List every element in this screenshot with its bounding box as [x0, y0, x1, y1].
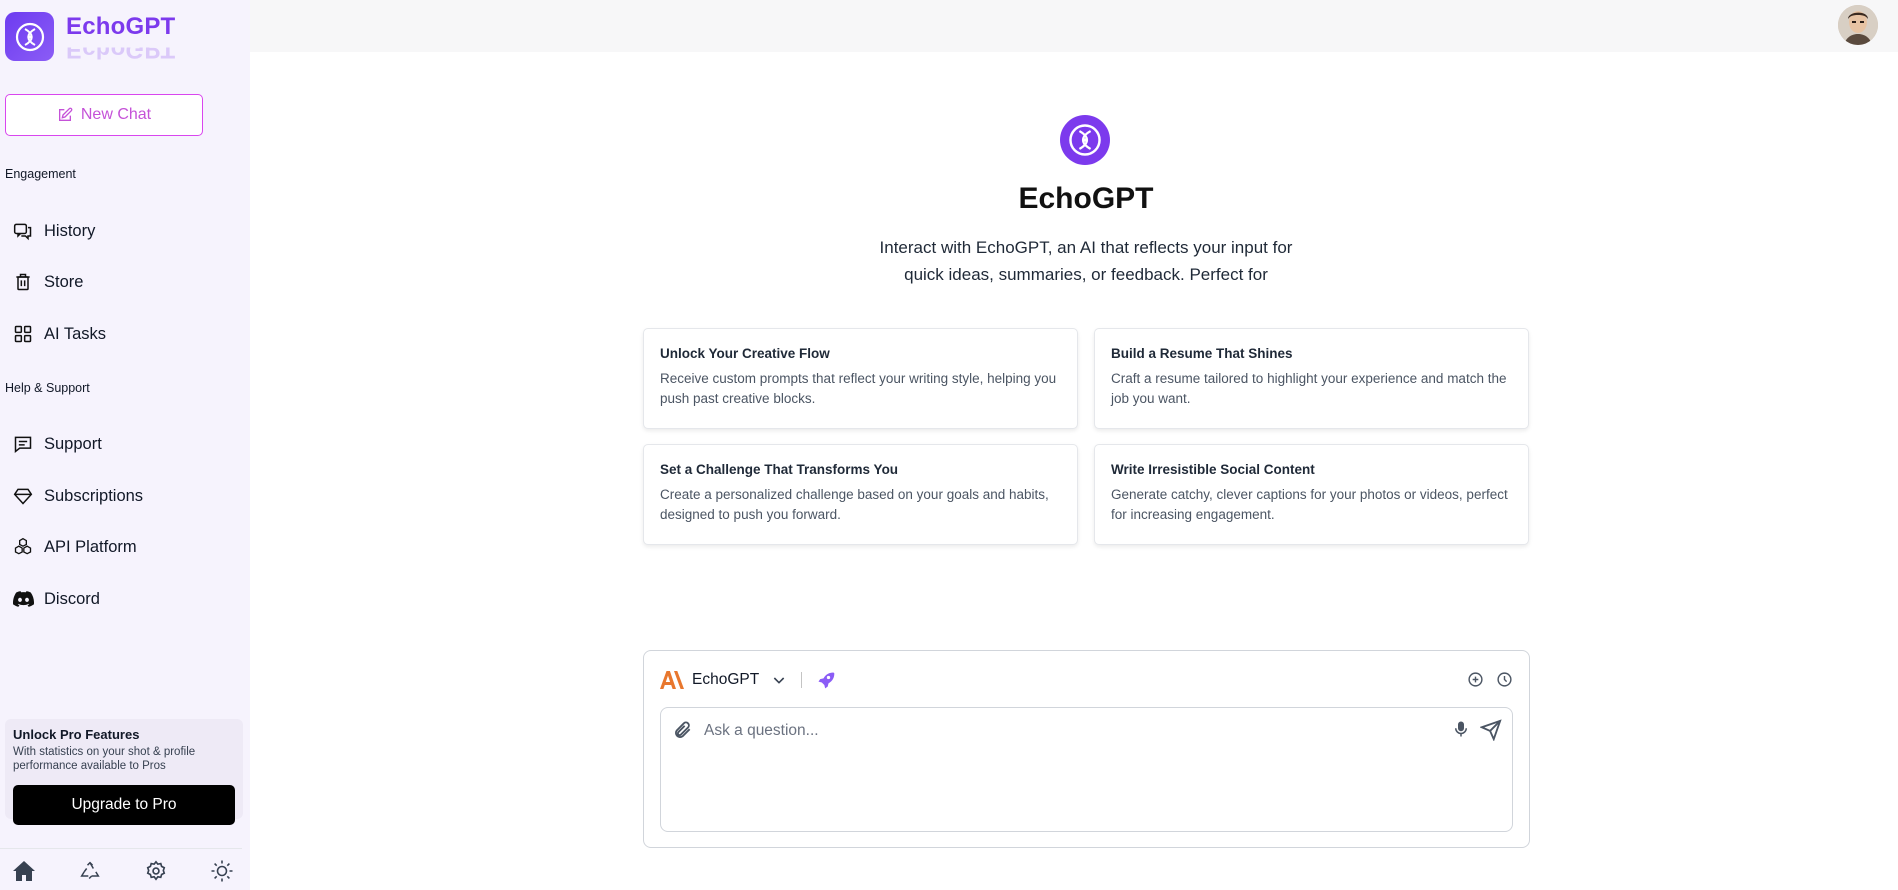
suggestion-card[interactable]: Build a Resume That Shines Craft a resum… — [1094, 328, 1529, 429]
composer-actions — [1467, 671, 1513, 688]
microphone-icon[interactable] — [1452, 719, 1470, 739]
sidebar-item-label: Support — [44, 434, 102, 453]
promo-title: Unlock Pro Features — [13, 727, 140, 742]
card-title: Set a Challenge That Transforms You — [660, 462, 899, 477]
sidebar-item-label: Discord — [44, 589, 100, 608]
support-icon — [12, 433, 34, 455]
card-description: Receive custom prompts that reflect your… — [660, 371, 1057, 406]
theme-sun-icon[interactable] — [209, 858, 235, 884]
sidebar-item-store[interactable]: Store — [12, 268, 83, 296]
history-icon — [12, 220, 34, 242]
sidebar-item-label: AI Tasks — [44, 324, 107, 343]
card-title: Build a Resume That Shines — [1111, 346, 1293, 361]
echogpt-hero-logo-icon — [1060, 115, 1110, 165]
chevron-down-icon[interactable] — [771, 672, 787, 688]
suggestion-card[interactable]: Set a Challenge That Transforms You Crea… — [643, 444, 1078, 545]
card-title: Unlock Your Creative Flow — [660, 346, 830, 361]
clock-icon[interactable] — [1496, 671, 1513, 688]
question-input-area — [660, 707, 1513, 832]
sidebar-item-label: Subscriptions — [44, 486, 144, 505]
settings-icon[interactable] — [143, 858, 169, 884]
paperclip-icon[interactable] — [673, 720, 693, 740]
grid-icon — [12, 323, 34, 345]
discord-icon — [12, 588, 34, 610]
new-chat-button[interactable]: New Chat — [5, 94, 203, 136]
page-description: Interact with EchoGPT, an AI that reflec… — [879, 238, 1293, 284]
user-avatar[interactable] — [1838, 5, 1878, 45]
anthropic-logo-icon — [660, 671, 684, 689]
store-icon — [12, 271, 34, 293]
add-circle-icon[interactable] — [1467, 671, 1484, 688]
top-bar — [250, 0, 1898, 52]
sidebar-item-api-platform[interactable]: API Platform — [12, 533, 137, 561]
brand[interactable]: EchoGPT EchoGPT — [5, 12, 175, 61]
model-name[interactable]: EchoGPT — [692, 671, 759, 689]
sidebar-item-subscriptions[interactable]: Subscriptions — [12, 482, 143, 510]
brand-name: EchoGPT — [66, 13, 176, 40]
suggestion-card[interactable]: Unlock Your Creative Flow Receive custom… — [643, 328, 1078, 429]
card-description: Craft a resume tailored to highlight you… — [1111, 371, 1507, 406]
card-description: Generate catchy, clever captions for you… — [1111, 487, 1508, 522]
sidebar-bottom-bar — [0, 848, 242, 890]
section-label-help-support: Help & Support — [5, 381, 90, 395]
edit-icon — [58, 107, 73, 121]
chat-composer: EchoGPT — [643, 650, 1530, 848]
sidebar-item-support[interactable]: Support — [12, 430, 102, 458]
sidebar-item-label: History — [44, 221, 96, 240]
recycle-icon[interactable] — [77, 858, 103, 884]
card-description: Create a personalized challenge based on… — [660, 487, 1049, 522]
upgrade-to-pro-button[interactable]: Upgrade to Pro — [13, 785, 235, 825]
suggestion-card[interactable]: Write Irresistible Social Content Genera… — [1094, 444, 1529, 545]
card-title: Write Irresistible Social Content — [1111, 462, 1315, 477]
promo-description: With statistics on your shot & profile p… — [13, 746, 196, 772]
home-icon[interactable] — [11, 858, 37, 884]
pro-promo-card: Unlock Pro Features With statistics on y… — [5, 719, 243, 825]
question-input[interactable] — [704, 717, 1404, 745]
send-icon[interactable] — [1480, 719, 1502, 741]
sidebar-item-discord[interactable]: Discord — [12, 585, 100, 613]
echogpt-logo-icon — [5, 12, 54, 61]
diamond-icon — [12, 485, 34, 507]
sidebar-item-label: API Platform — [44, 537, 137, 556]
rocket-icon[interactable] — [816, 670, 836, 690]
page-title-text: EchoGPT — [1018, 182, 1154, 215]
divider — [801, 672, 803, 688]
sidebar-item-ai-tasks[interactable]: AI Tasks — [12, 320, 106, 348]
sidebar: EchoGPT EchoGPT New Chat Engagement Hist… — [0, 0, 250, 890]
sidebar-item-history[interactable]: History — [12, 217, 95, 245]
model-selector-row: EchoGPT — [660, 668, 836, 692]
api-icon — [12, 536, 34, 558]
sidebar-item-label: Store — [44, 272, 84, 291]
new-chat-label: New Chat — [80, 106, 152, 123]
section-label-engagement: Engagement — [5, 167, 76, 181]
page-title: EchoGPT — [0, 182, 1898, 216]
